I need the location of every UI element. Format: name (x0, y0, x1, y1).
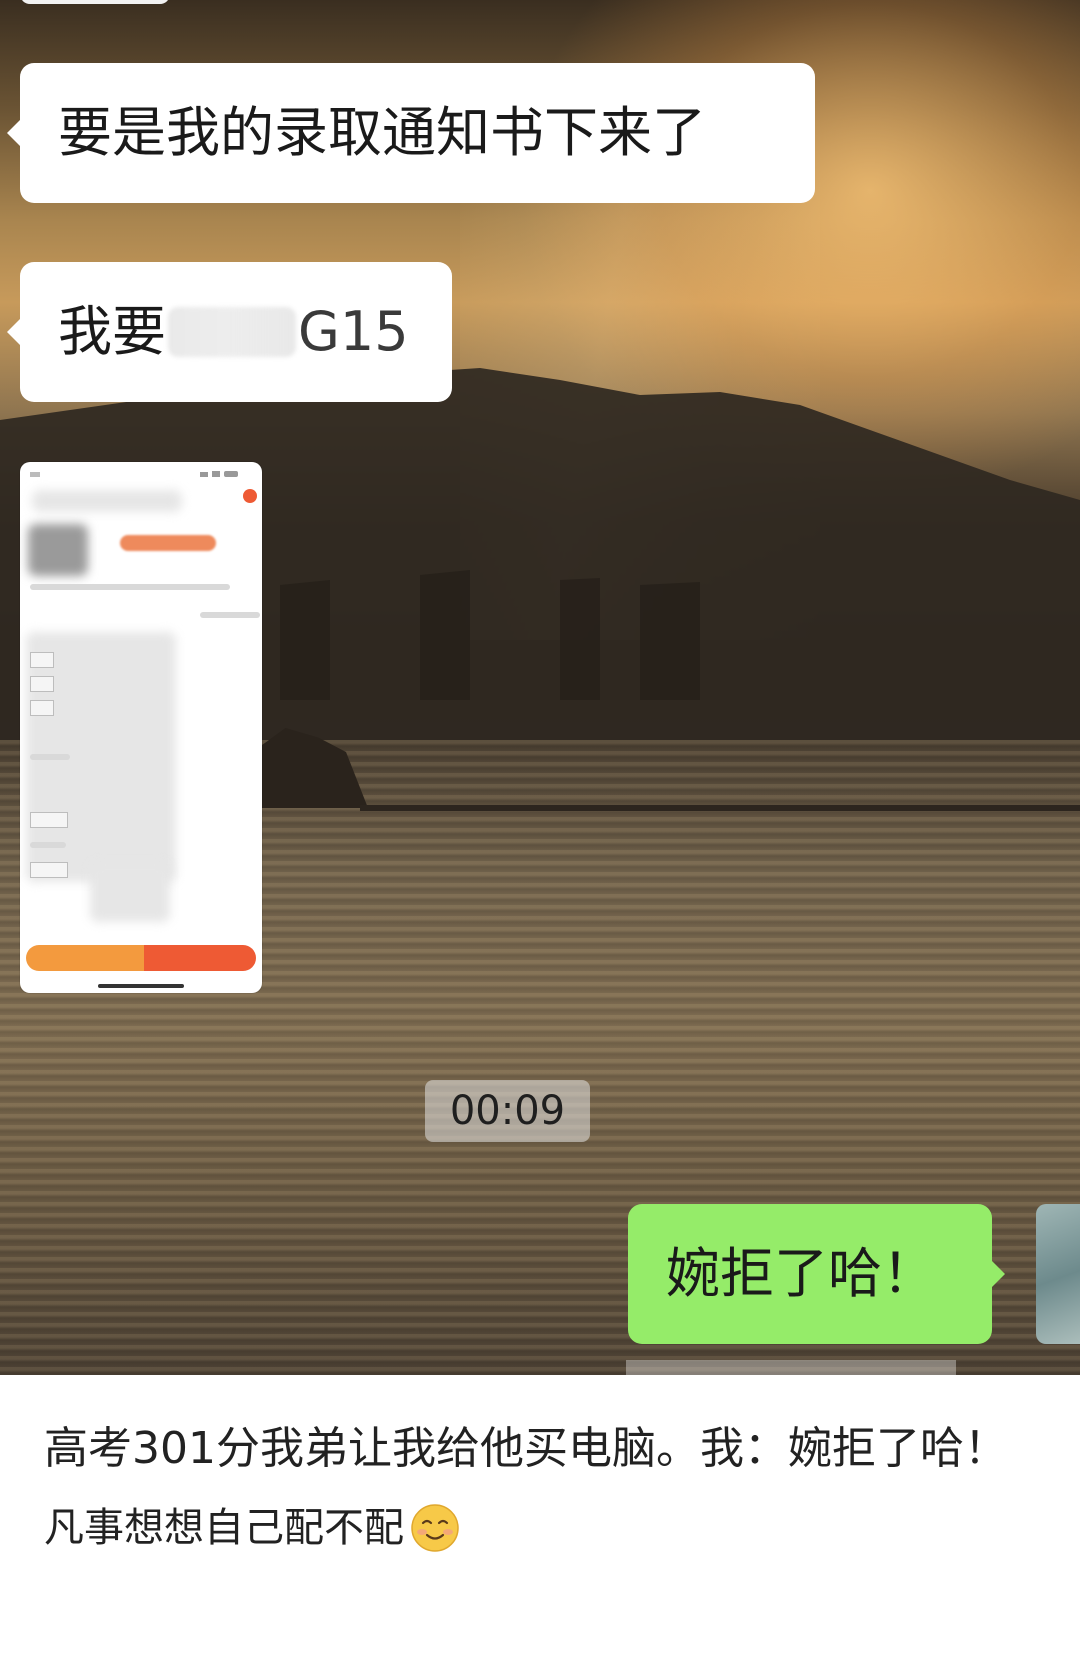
caption-subtitle-text: 凡事想想自己配不配 (44, 1505, 404, 1551)
avatar[interactable] (20, 0, 170, 4)
chat-timestamp: 00:09 (425, 1080, 590, 1142)
home-indicator (98, 984, 184, 988)
notification-badge (243, 489, 257, 503)
option-box (30, 652, 54, 668)
option-box (30, 862, 68, 878)
caption-title: 高考301分我弟让我给他买电脑。我：婉拒了哈！ (44, 1423, 1008, 1474)
message-text: 要是我的录取通知书下来了 (58, 100, 706, 164)
message-text: 我要 (58, 299, 166, 363)
caption-subtitle: 凡事想想自己配不配 (44, 1496, 1024, 1560)
blurred-text-line (30, 584, 230, 590)
blurred-header (32, 490, 182, 512)
chat-screenshot: 要是我的录取通知书下来了 我要 G15 00:09 婉拒了哈！ (0, 0, 1080, 1375)
blurred-text-block (90, 862, 170, 922)
add-to-cart-button (26, 945, 144, 971)
message-bubble-incoming[interactable]: 要是我的录取通知书下来了 (7, 63, 815, 203)
next-message-edge (626, 1360, 956, 1375)
status-bar (30, 471, 238, 477)
avatar[interactable] (1036, 1204, 1080, 1344)
redaction-blur (168, 307, 296, 357)
buy-now-button (144, 945, 256, 971)
smiling-face-icon (411, 1504, 459, 1552)
option-box (30, 700, 54, 716)
message-bubble-outgoing[interactable]: 婉拒了哈！ (628, 1204, 1005, 1344)
message-text: G15 (298, 299, 409, 363)
blurred-price-tag (120, 535, 216, 551)
image-message-thumbnail[interactable] (20, 462, 262, 993)
shoreline (360, 805, 1080, 811)
message-bubble-incoming[interactable]: 我要 G15 (7, 262, 452, 402)
blurred-text-line (200, 612, 260, 618)
blurred-text-line (30, 754, 70, 760)
option-box (30, 812, 68, 828)
option-box (30, 676, 54, 692)
post-caption: 高考301分我弟让我给他买电脑。我：婉拒了哈！ 凡事想想自己配不配 (44, 1408, 1024, 1560)
blurred-product-image (28, 524, 88, 576)
blurred-text-line (30, 842, 66, 848)
post-screenshot: 要是我的录取通知书下来了 我要 G15 00:09 婉拒了哈！ 高考301分我弟… (0, 0, 1080, 1664)
message-text: 婉拒了哈！ (666, 1241, 936, 1305)
